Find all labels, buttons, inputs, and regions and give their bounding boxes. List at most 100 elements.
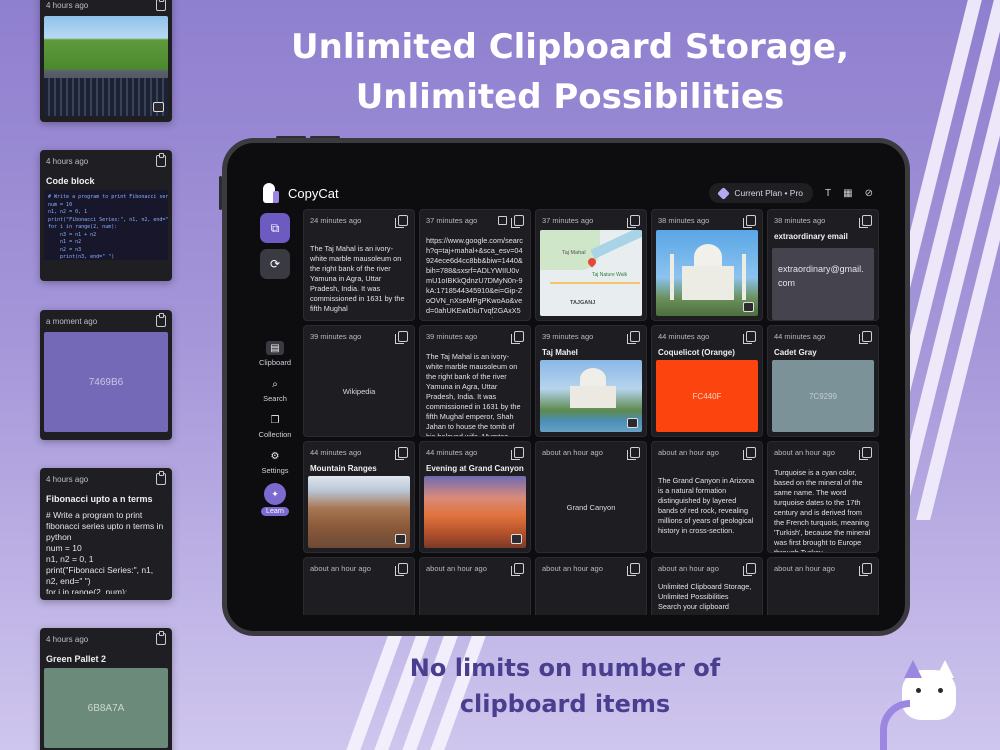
copy-icon[interactable] [743, 446, 756, 460]
card-time: about an hour ago [542, 563, 603, 573]
card-text: Wikipedia [342, 386, 376, 396]
map-label: Taj Nature Walk [592, 272, 628, 278]
clip-card[interactable]: 37 minutes ago https://www.google.com/se… [419, 209, 531, 321]
float-card-stadium[interactable]: 4 hours ago [40, 0, 172, 122]
clipboard-grid: 24 minutes ago The Taj Mahal is an ivory… [303, 209, 881, 615]
map-label: Taj Mahal [562, 250, 586, 256]
card-title: Coquelicot (Orange) [658, 348, 735, 357]
clipboard-icon[interactable] [156, 313, 166, 327]
copy-icon[interactable] [859, 562, 872, 576]
float-card-color-7469b6[interactable]: a moment ago 7469B6 [40, 310, 172, 440]
card-title: Taj Mahel [542, 348, 578, 357]
card-text: https://www.google.com/search?q=taj+maha… [426, 236, 523, 318]
clip-card-image[interactable]: 39 minutes ago Taj Mahel [535, 325, 647, 437]
collection-icon: ❐ [270, 414, 280, 426]
clip-card[interactable]: about an hour ago [767, 557, 879, 615]
tag-icon [717, 186, 731, 200]
copy-icon[interactable] [859, 214, 872, 228]
copy-icon[interactable] [743, 330, 756, 344]
clipboard-icon[interactable] [156, 0, 166, 11]
clip-card-color[interactable]: 44 minutes ago Cadet Gray 7C9299 [767, 325, 879, 437]
text-filter-icon[interactable]: T [825, 188, 831, 199]
headline: Unlimited Clipboard Storage, Unlimited P… [291, 27, 849, 117]
clip-card-image[interactable]: 44 minutes ago Mountain Ranges [303, 441, 415, 553]
clip-card[interactable]: 24 minutes ago The Taj Mahal is an ivory… [303, 209, 415, 321]
copy-icon[interactable] [627, 214, 640, 228]
copy-icon[interactable] [627, 562, 640, 576]
card-time: 4 hours ago [46, 0, 89, 10]
nav-collection[interactable]: ❐ Collection [255, 413, 295, 440]
float-card-fibonacci[interactable]: 4 hours ago Fibonacci upto a n terms # W… [40, 468, 172, 600]
nav-settings[interactable]: ⚙ Settings [255, 449, 295, 476]
search-icon: ⌕ [272, 378, 278, 390]
learn-button[interactable]: ✦ Learn [261, 483, 289, 516]
copy-icon[interactable] [859, 330, 872, 344]
email-text: extraordinary@gmail.com [772, 248, 874, 320]
paste-button[interactable]: ⧉ [260, 213, 290, 243]
clip-card[interactable]: about an hour ago The Grand Canyon in Ar… [651, 441, 763, 553]
plan-badge[interactable]: Current Plan • Pro [709, 183, 814, 203]
sync-button[interactable]: ⟳ [260, 249, 290, 279]
nav-clipboard[interactable]: ▤ Clipboard [255, 341, 295, 367]
copy-icon[interactable] [627, 446, 640, 460]
clip-card-map[interactable]: 37 minutes ago Taj Mahal Taj Nature Walk… [535, 209, 647, 321]
clipboard-icon[interactable] [156, 153, 166, 167]
subheadline: No limits on number of clipboard items [409, 654, 721, 718]
image-icon [743, 302, 754, 312]
clip-card[interactable]: 39 minutes ago Wikipedia [303, 325, 415, 437]
card-time: 4 hours ago [46, 156, 89, 166]
clip-card[interactable]: about an hour ago [419, 557, 531, 615]
card-time: 44 minutes ago [658, 331, 710, 341]
gear-icon: ⚙ [270, 450, 280, 462]
color-swatch: FC440F [656, 360, 758, 432]
copy-icon[interactable] [859, 446, 872, 460]
clip-card[interactable]: about an hour ago [303, 557, 415, 615]
clip-card-image[interactable]: 44 minutes ago Evening at Grand Canyon [419, 441, 531, 553]
copy-icon[interactable] [511, 562, 524, 576]
card-time: 37 minutes ago [426, 215, 478, 225]
nav-search[interactable]: ⌕ Search [255, 377, 295, 404]
clip-card[interactable]: about an hour ago Unlimited Clipboard St… [651, 557, 763, 615]
card-time: 44 minutes ago [426, 447, 478, 457]
clipboard-icon[interactable] [156, 471, 166, 485]
nav-label: Search [263, 394, 287, 403]
canyon-image [424, 476, 526, 548]
copy-icon[interactable] [511, 446, 524, 460]
sidebar: ⧉ ⟳ ▤ Clipboard ⌕ Search ❐ Collection ⚙ Sett… [255, 213, 295, 516]
clip-card-email[interactable]: 38 minutes ago extraordinary email extra… [767, 209, 879, 321]
copy-icon[interactable] [511, 214, 524, 228]
copy-icon[interactable] [627, 330, 640, 344]
clip-card-image[interactable]: 38 minutes ago [651, 209, 763, 321]
grid-view-icon[interactable]: ▦ [843, 188, 852, 199]
card-text: # Write a program to print fibonacci ser… [46, 510, 164, 594]
float-card-code-block[interactable]: 4 hours ago Code block # Write a program… [40, 150, 172, 281]
copy-icon[interactable] [395, 562, 408, 576]
card-time: about an hour ago [658, 447, 719, 457]
external-link-icon[interactable] [498, 215, 507, 225]
hide-icon[interactable]: ⊘ [865, 188, 873, 199]
float-card-green-pallet[interactable]: 4 hours ago Green Pallet 2 6B8A7A [40, 628, 172, 750]
card-time: 38 minutes ago [774, 215, 826, 225]
clip-card-color[interactable]: 44 minutes ago Coquelicot (Orange) FC440… [651, 325, 763, 437]
clip-card[interactable]: about an hour ago Turquoise is a cyan co… [767, 441, 879, 553]
clip-card[interactable]: about an hour ago [535, 557, 647, 615]
card-time: 39 minutes ago [426, 331, 478, 341]
copy-icon[interactable] [511, 330, 524, 344]
clip-card[interactable]: about an hour ago Grand Canyon [535, 441, 647, 553]
copy-icon[interactable] [395, 446, 408, 460]
card-text: Turquoise is a cyan color, based on the … [774, 468, 871, 552]
code-snippet: # Write a program to print Fibonacci ser… [44, 190, 168, 260]
learn-label: Learn [261, 507, 289, 516]
image-icon [153, 102, 164, 112]
clip-card[interactable]: 39 minutes ago The Taj Mahal is an ivory… [419, 325, 531, 437]
card-time: 39 minutes ago [310, 331, 362, 341]
copy-icon[interactable] [395, 330, 408, 344]
card-time: 4 hours ago [46, 634, 89, 644]
clipboard-icon[interactable] [156, 631, 166, 645]
copy-icon[interactable] [743, 562, 756, 576]
card-time: about an hour ago [774, 563, 835, 573]
card-time: 38 minutes ago [658, 215, 710, 225]
card-text: The Taj Mahal is an ivory-white marble m… [426, 352, 521, 437]
copy-icon[interactable] [743, 214, 756, 228]
copy-icon[interactable] [395, 214, 408, 228]
